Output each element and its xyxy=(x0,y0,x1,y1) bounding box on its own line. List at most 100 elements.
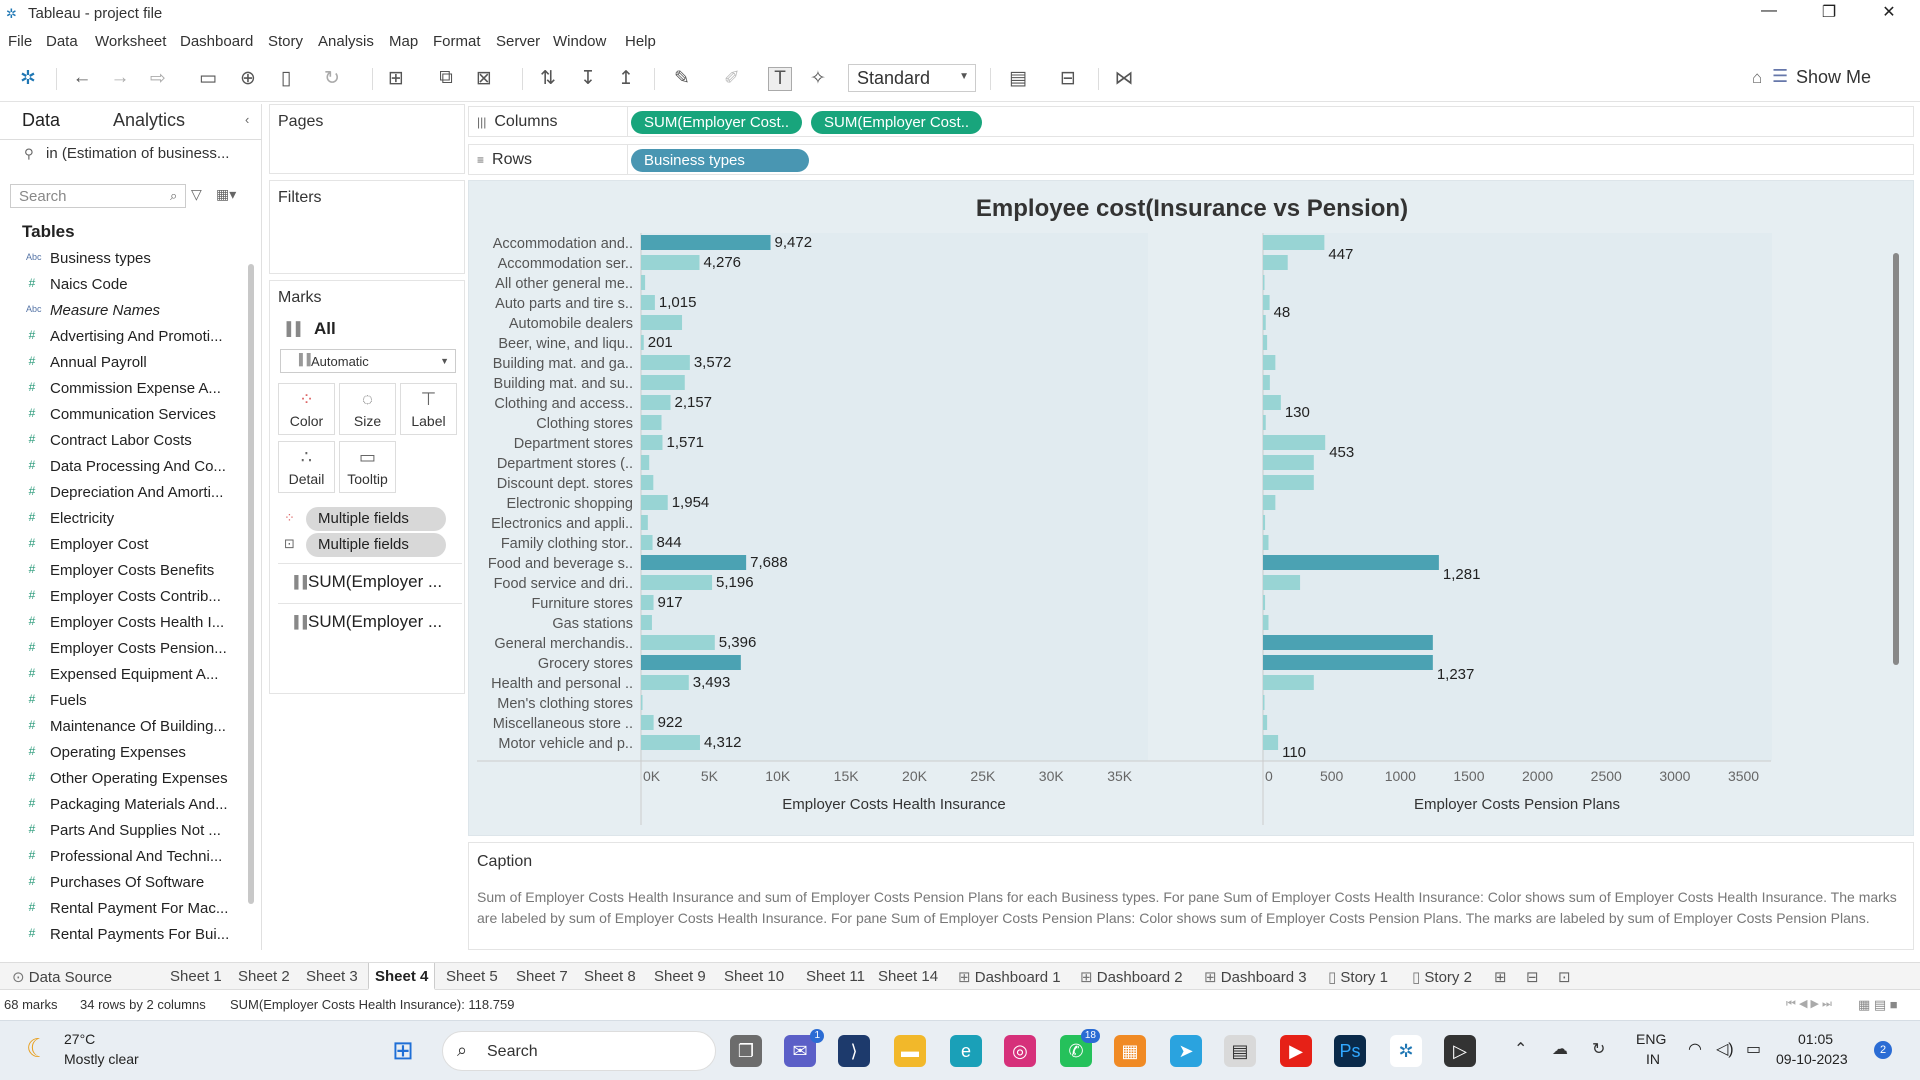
onedrive-icon[interactable]: ☁ xyxy=(1552,1039,1568,1059)
windows-start-icon[interactable]: ⊞ xyxy=(392,1035,422,1065)
new-datasource-icon[interactable]: ⊕ xyxy=(236,67,260,90)
field-item[interactable]: # Rental Payments For Bui... xyxy=(0,922,240,948)
show-me-icon[interactable]: ☰ xyxy=(1772,66,1788,87)
group-icon[interactable]: ✐ xyxy=(720,67,744,90)
telegram-icon[interactable]: ➤ xyxy=(1170,1035,1202,1067)
field-item[interactable]: # Operating Expenses xyxy=(0,740,240,766)
weather-icon[interactable]: ☾ xyxy=(26,1033,49,1064)
fit-select[interactable]: Standard ▼ xyxy=(848,64,976,92)
field-item[interactable]: # Data Processing And Co... xyxy=(0,454,240,480)
search-input[interactable]: Search xyxy=(10,184,186,208)
language-eng[interactable]: ENG xyxy=(1636,1031,1666,1047)
menu-map[interactable]: Map xyxy=(389,33,418,50)
sheet-tab[interactable]: ⊞ Dashboard 2 xyxy=(1074,963,1189,990)
edge-icon[interactable]: e xyxy=(950,1035,982,1067)
tab-analytics[interactable]: Analytics xyxy=(113,110,185,131)
view-toggle-icon[interactable]: ▦ ▤ ■ xyxy=(1858,997,1898,1013)
detail-button[interactable]: ∴ Detail xyxy=(278,441,335,493)
tooltip-button[interactable]: ▭ Tooltip xyxy=(339,441,396,493)
clock-time[interactable]: 01:05 xyxy=(1798,1031,1833,1047)
field-item[interactable]: # Electricity xyxy=(0,506,240,532)
field-item[interactable]: Abc Business types xyxy=(0,246,240,272)
field-item[interactable]: # Purchases Of Software xyxy=(0,870,240,896)
store-icon[interactable]: ▦ xyxy=(1114,1035,1146,1067)
field-item[interactable]: # Employer Costs Health I... xyxy=(0,610,240,636)
sheet-tab[interactable]: ⊞ Dashboard 1 xyxy=(952,963,1067,990)
menu-worksheet[interactable]: Worksheet xyxy=(95,33,166,50)
sheet-tab[interactable]: ▯ Story 1 xyxy=(1322,963,1394,990)
media-player-icon[interactable]: ▷ xyxy=(1444,1035,1476,1067)
sheet-tab[interactable]: Sheet 14 xyxy=(872,963,944,990)
field-item[interactable]: # Contract Labor Costs xyxy=(0,428,240,454)
restore-icon[interactable]: ❐ xyxy=(1806,2,1852,26)
sheet-tab[interactable]: Sheet 3 xyxy=(300,963,364,990)
new-story-tab-icon[interactable]: ⊡ xyxy=(1552,963,1577,990)
vscode-icon[interactable]: ⟩ xyxy=(838,1035,870,1067)
field-item[interactable]: # Annual Payroll xyxy=(0,350,240,376)
field-item[interactable]: # Expensed Equipment A... xyxy=(0,662,240,688)
refresh-icon[interactable]: ↻ xyxy=(320,67,344,90)
menu-window[interactable]: Window xyxy=(553,33,606,50)
field-item[interactable]: # Packaging Materials And... xyxy=(0,792,240,818)
measure-card-1[interactable]: ▐▐ SUM(Employer ... xyxy=(278,563,462,597)
size-button[interactable]: ◌ Size xyxy=(339,383,396,435)
taskbar-search[interactable]: ⌕ Search xyxy=(442,1031,716,1071)
tab-navigation-icon[interactable]: ⏮ ◀ ▶ ⏭ xyxy=(1786,997,1832,1011)
field-item[interactable]: # Fuels xyxy=(0,688,240,714)
presentation-icon[interactable]: ⊟ xyxy=(1056,67,1080,90)
menu-dashboard[interactable]: Dashboard xyxy=(180,33,253,50)
wifi-icon[interactable]: ◠ xyxy=(1688,1039,1702,1059)
undo-icon[interactable]: ← xyxy=(70,67,94,89)
marks-all-label[interactable]: All xyxy=(314,319,336,339)
sheet-tab[interactable]: ▯ Story 2 xyxy=(1406,963,1478,990)
field-item[interactable]: Abc Measure Names xyxy=(0,298,240,324)
whatsapp-icon[interactable]: ✆ 18 xyxy=(1060,1029,1100,1067)
chevron-up-icon[interactable]: ⌃ xyxy=(1514,1039,1527,1059)
volume-icon[interactable]: ◁) xyxy=(1716,1039,1734,1059)
pause-updates-icon[interactable]: ▯ xyxy=(274,67,298,90)
view-options-icon[interactable]: ▦▾ xyxy=(216,186,236,203)
sheet-tab[interactable]: Sheet 7 xyxy=(510,963,574,990)
datasource-name[interactable]: in (Estimation of business... xyxy=(24,145,256,162)
weather-desc[interactable]: Mostly clear xyxy=(64,1051,139,1067)
filter-icon[interactable]: ▽ xyxy=(191,186,202,203)
sheet-tab[interactable]: Sheet 2 xyxy=(232,963,296,990)
menu-story[interactable]: Story xyxy=(268,33,303,50)
collapse-pane-icon[interactable]: ‹ xyxy=(245,112,249,127)
instagram-icon[interactable]: ◎ xyxy=(1004,1035,1036,1067)
field-item[interactable]: # Maintenance Of Building... xyxy=(0,714,240,740)
task-view-icon[interactable]: ❐ xyxy=(730,1035,762,1067)
sheet-tab[interactable]: Sheet 10 xyxy=(718,963,790,990)
pages-card[interactable]: Pages xyxy=(269,104,465,174)
search-icon[interactable]: ⌕ xyxy=(170,188,177,204)
menu-data[interactable]: Data xyxy=(46,33,78,50)
sheet-tab[interactable]: Sheet 8 xyxy=(578,963,642,990)
field-item[interactable]: # Depreciation And Amorti... xyxy=(0,480,240,506)
minimize-icon[interactable]: — xyxy=(1746,2,1792,26)
filters-card[interactable]: Filters xyxy=(269,180,465,274)
replay-icon[interactable]: ⇨ xyxy=(146,67,170,90)
menu-file[interactable]: File xyxy=(8,33,32,50)
mark-type-select[interactable]: ▐▐ Automatic ▼ xyxy=(280,349,456,373)
file-explorer-icon[interactable]: ▬ xyxy=(894,1035,926,1067)
scrollbar[interactable] xyxy=(248,264,254,904)
photoshop-icon[interactable]: Ps xyxy=(1334,1035,1366,1067)
field-item[interactable]: # Employer Cost xyxy=(0,532,240,558)
menu-help[interactable]: Help xyxy=(625,33,656,50)
label-field-pill[interactable]: Multiple fields xyxy=(306,533,446,557)
tableau-icon[interactable]: ✲ xyxy=(1390,1035,1422,1067)
show-cards-icon[interactable]: ▤ xyxy=(1006,67,1030,90)
new-worksheet-tab-icon[interactable]: ⊞ xyxy=(1488,963,1513,990)
tableau-home-icon[interactable]: ✲ xyxy=(16,67,40,90)
measure-card-2[interactable]: ▐▐ SUM(Employer ... xyxy=(278,603,462,637)
duplicate-sheet-icon[interactable]: ⧉ xyxy=(434,67,458,89)
field-item[interactable]: # Professional And Techni... xyxy=(0,844,240,870)
redo-icon[interactable]: → xyxy=(108,67,132,89)
teams-icon[interactable]: ✉ 1 xyxy=(784,1029,824,1067)
new-dashboard-tab-icon[interactable]: ⊟ xyxy=(1520,963,1545,990)
highlight-icon[interactable]: ✎ xyxy=(670,67,694,90)
language-in[interactable]: IN xyxy=(1646,1051,1660,1067)
tab-data-source[interactable]: ⊙ Data Source xyxy=(6,963,118,990)
columns-shelf[interactable]: ||| Columns SUM(Employer Cost.. SUM(Emplo… xyxy=(468,106,1914,137)
color-field-pill[interactable]: Multiple fields xyxy=(306,507,446,531)
